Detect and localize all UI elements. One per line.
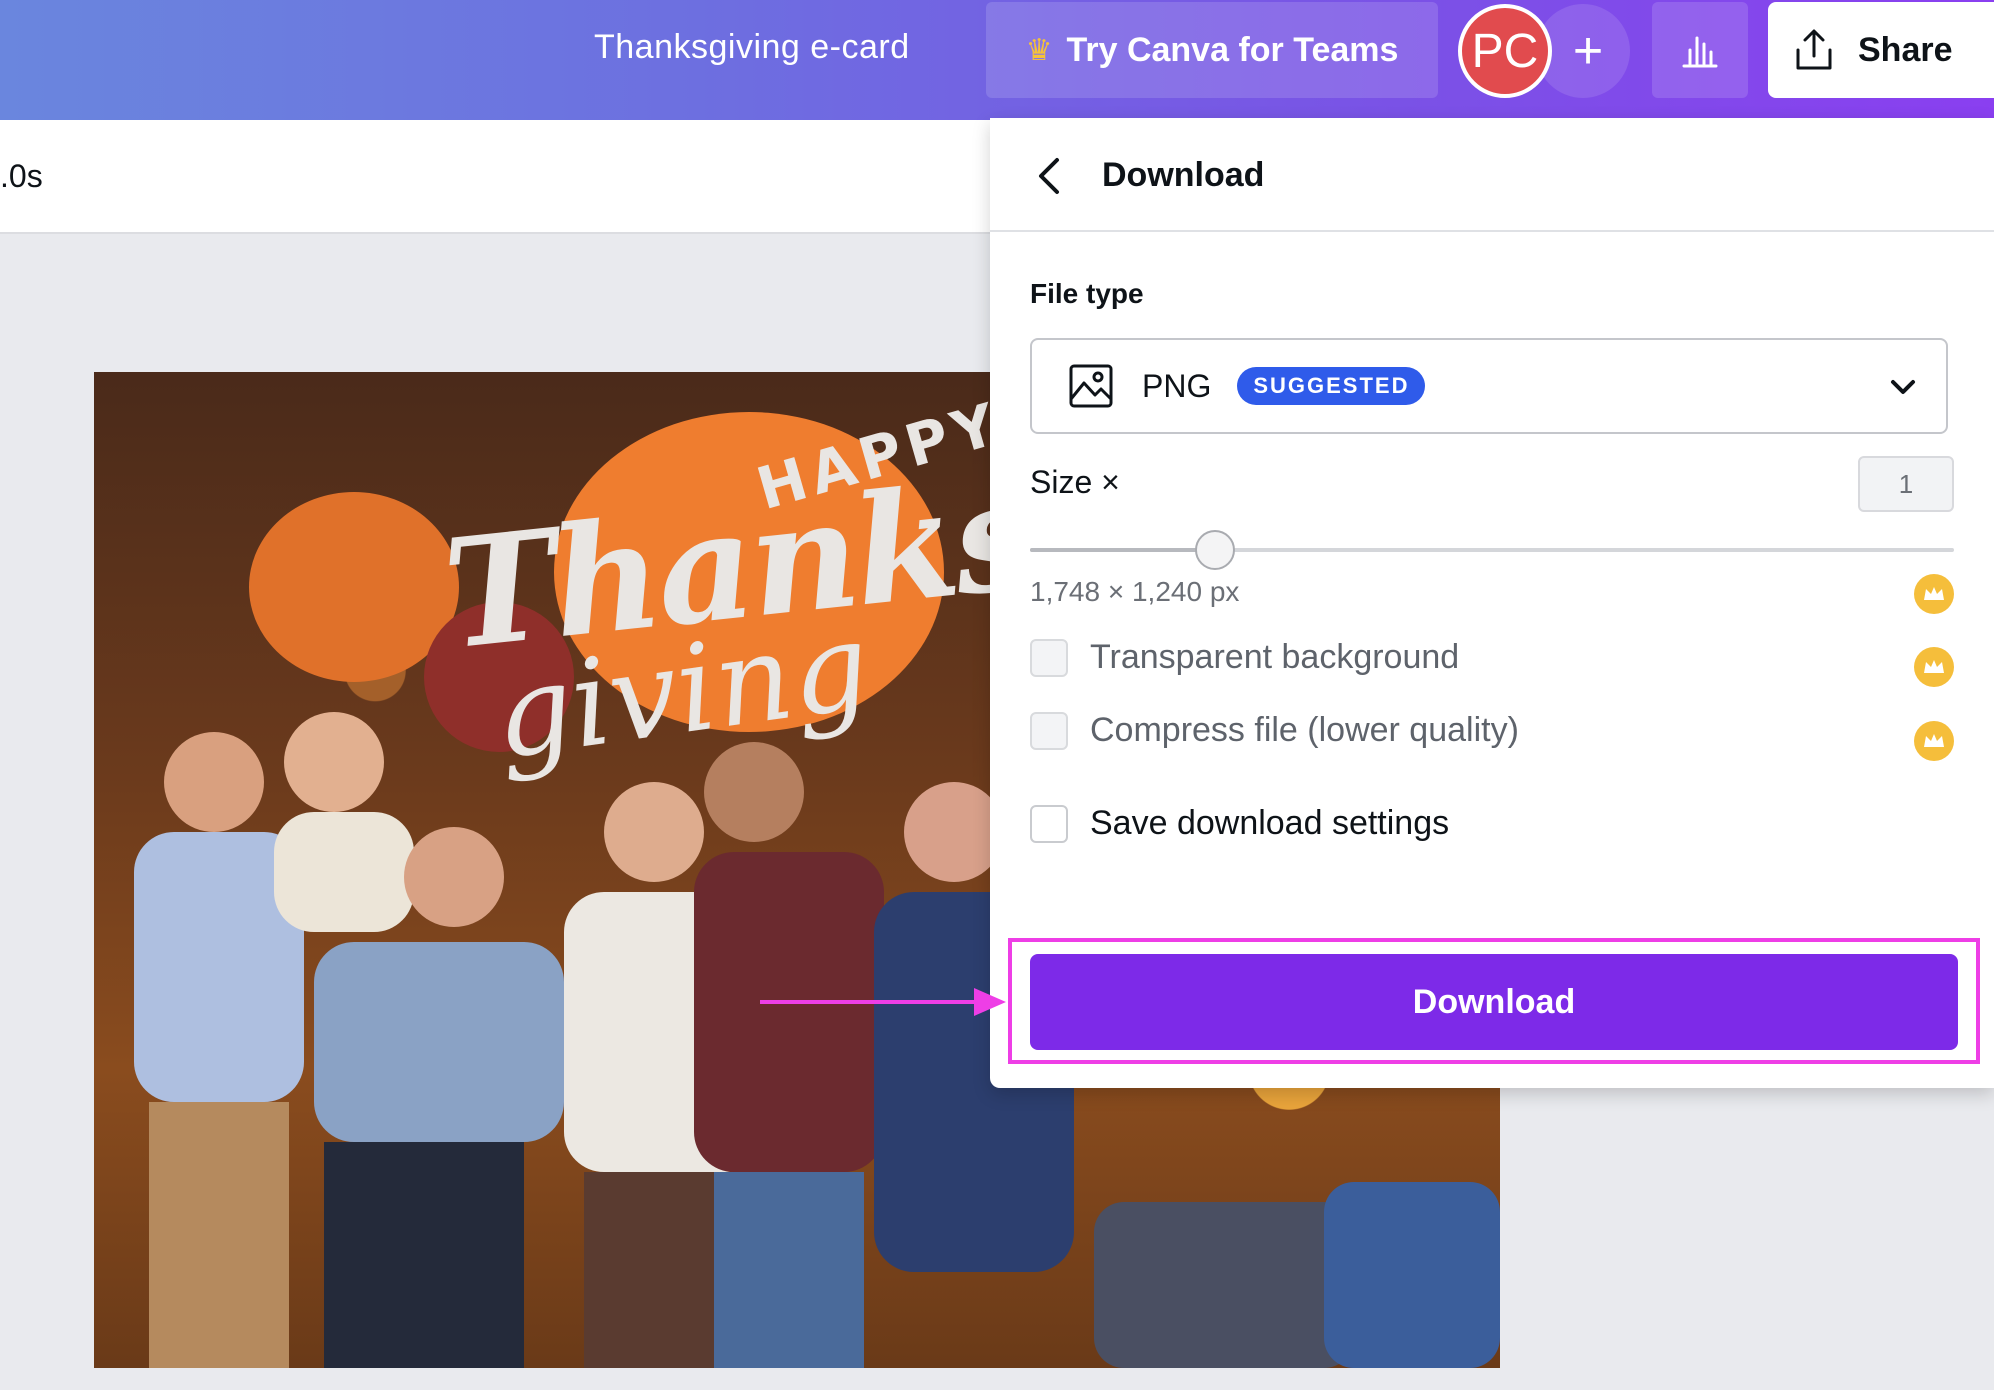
- compress-file-label: Compress file (lower quality): [1090, 711, 1519, 749]
- plus-icon: +: [1572, 22, 1604, 80]
- download-panel-title: Download: [1102, 156, 1265, 194]
- person-7: [1094, 1182, 1500, 1368]
- person-5: [694, 742, 884, 1368]
- editor-toolbar: .0s: [0, 120, 990, 234]
- dimensions-text: 1,748 × 1,240 px: [1030, 576, 1240, 607]
- try-teams-button[interactable]: ♛ Try Canva for Teams: [986, 2, 1438, 98]
- person-2: [274, 712, 414, 932]
- upload-icon: [1796, 29, 1832, 70]
- insights-button[interactable]: [1652, 2, 1748, 98]
- chevron-down-icon: [1891, 380, 1915, 394]
- pro-crown-icon: [1914, 647, 1954, 687]
- timing-button[interactable]: .0s: [0, 158, 43, 195]
- pro-crown-icon: [1914, 574, 1954, 614]
- compress-file-checkbox[interactable]: [1030, 711, 1068, 750]
- size-slider-fill: [1030, 548, 1215, 552]
- back-button[interactable]: [1026, 154, 1070, 198]
- pro-crown-icon: [1914, 721, 1954, 761]
- save-settings-checkbox[interactable]: [1030, 804, 1068, 843]
- document-title[interactable]: Thanksgiving e-card: [594, 28, 910, 67]
- size-slider[interactable]: [1030, 530, 1954, 570]
- suggested-badge: SUGGESTED: [1237, 367, 1426, 405]
- file-type-select[interactable]: PNG SUGGESTED: [1030, 338, 1948, 434]
- save-settings-label: Save download settings: [1090, 804, 1450, 842]
- top-bar: Thanksgiving e-card ♛ Try Canva for Team…: [0, 0, 1994, 120]
- file-type-label: File type: [1030, 278, 1144, 309]
- transparent-background-label: Transparent background: [1090, 638, 1460, 676]
- download-panel-header: Download: [990, 118, 1994, 232]
- crown-icon: ♛: [1025, 33, 1053, 67]
- transparent-background-option[interactable]: Transparent background: [1030, 638, 1459, 677]
- image-icon: [1069, 364, 1113, 408]
- try-teams-label: Try Canva for Teams: [1066, 30, 1399, 69]
- share-button[interactable]: Share: [1768, 2, 1994, 98]
- file-type-value: PNG: [1142, 367, 1212, 404]
- chevron-left-icon: [1039, 158, 1059, 194]
- bar-chart-icon: [1682, 36, 1718, 68]
- compress-file-option[interactable]: Compress file (lower quality): [1030, 711, 1519, 750]
- size-input[interactable]: 1: [1858, 456, 1954, 512]
- share-label: Share: [1858, 30, 1953, 69]
- size-label: Size ×: [1030, 464, 1120, 500]
- save-settings-option[interactable]: Save download settings: [1030, 804, 1449, 843]
- pointer-arrow-icon: [760, 988, 1006, 1016]
- download-button[interactable]: Download: [1030, 954, 1958, 1050]
- size-slider-handle[interactable]: [1194, 530, 1235, 570]
- transparent-background-checkbox[interactable]: [1030, 638, 1068, 677]
- avatar[interactable]: PC: [1458, 4, 1552, 98]
- person-1: [134, 732, 304, 1368]
